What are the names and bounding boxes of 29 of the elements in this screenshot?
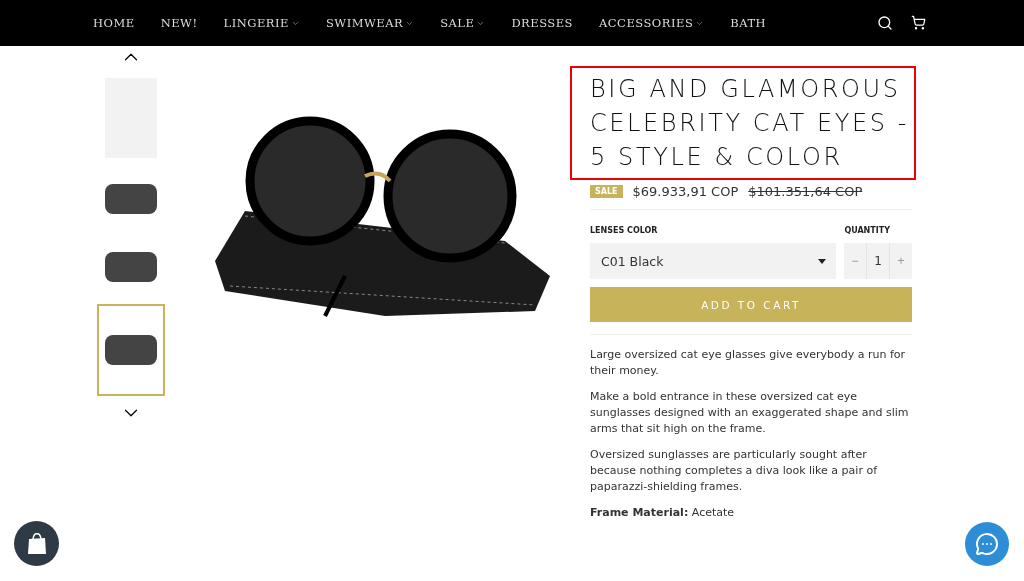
description-paragraph: Oversized sunglasses are particularly sought after because nothing completes a diva look like a pair of paparazzi-shielding frames.	[590, 447, 879, 495]
photo-placeholder	[105, 184, 157, 214]
price: $69.933,91 COP	[632, 184, 739, 199]
chat-icon	[975, 532, 999, 556]
nav-link[interactable]: HOME	[93, 16, 135, 30]
description-paragraph: Make a bold entrance in these oversized cat eye sunglasses designed with an exaggerated shape and slim arms that sit high on the frame.	[590, 389, 910, 437]
photo-placeholder	[105, 252, 157, 282]
nav-link[interactable]: ACCESSORIES	[599, 16, 705, 30]
search-icon[interactable]	[877, 15, 893, 31]
nav-link[interactable]: SWIMWEAR	[325, 16, 415, 30]
nav-link[interactable]: SALE	[440, 16, 486, 30]
description-paragraph: Frame Material: Acetate	[590, 505, 736, 521]
option-label: LENSES COLOR	[590, 226, 658, 235]
nav-link[interactable]: NEW!	[160, 16, 198, 30]
nav-link[interactable]: LINGERIE	[223, 16, 300, 30]
shop-bag-icon[interactable]	[14, 521, 59, 566]
quantity-value[interactable]: 1	[866, 243, 890, 279]
lenses-color-select[interactable]: C01 Black	[590, 243, 836, 279]
cart-icon[interactable]	[911, 15, 926, 30]
nav-link[interactable]: BATH	[730, 16, 767, 30]
quantity-label: QUANTITY	[844, 226, 890, 235]
product-title: BIG AND GLAMOROUS CELEBRITY CAT EYES - 5 STYLE & COLOR	[570, 66, 916, 180]
description-paragraph: Large oversized cat eye glasses give everybody a run for their money.	[590, 347, 907, 379]
compare-price: $101.351,64 COP	[748, 184, 863, 199]
photo-placeholder	[105, 335, 157, 365]
sale-badge: SALE	[590, 185, 623, 198]
thumbnail[interactable]	[97, 304, 165, 396]
chat-button[interactable]	[965, 522, 1009, 566]
nav-link[interactable]: DRESSES	[511, 16, 573, 30]
